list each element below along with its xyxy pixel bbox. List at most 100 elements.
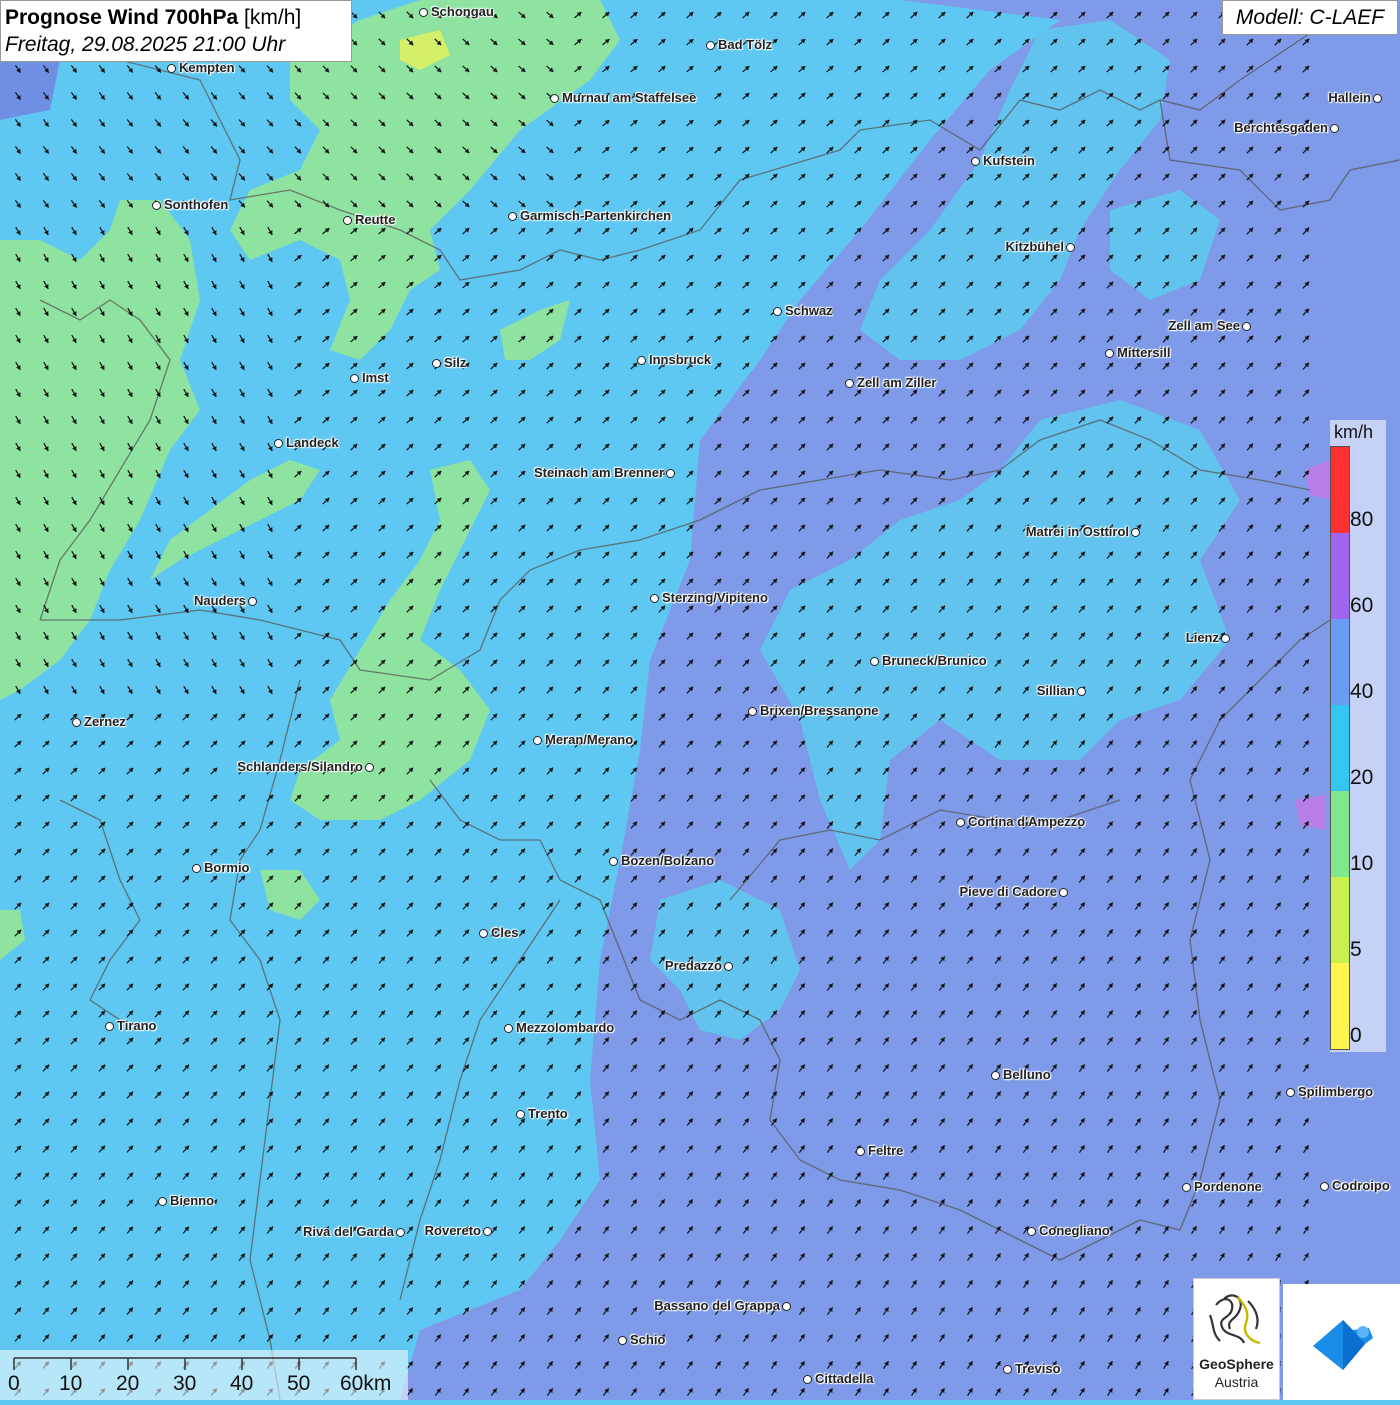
- map-title-main: Prognose Wind 700hPa: [5, 6, 238, 29]
- city-label: Innsbruck: [649, 352, 711, 367]
- scale-label: 0: [8, 1372, 20, 1396]
- city-marker: [637, 356, 646, 365]
- scale-label: 60km: [340, 1372, 391, 1396]
- city-marker: [504, 1024, 513, 1033]
- city-marker: [748, 707, 757, 716]
- legend-swatch-20: [1331, 705, 1349, 791]
- city-marker: [192, 864, 201, 873]
- city-label: Treviso: [1015, 1361, 1061, 1376]
- city-label: Landeck: [286, 435, 339, 450]
- scale-label: 20: [116, 1372, 139, 1396]
- city-label: Lienz: [1186, 630, 1219, 645]
- city-marker: [432, 359, 441, 368]
- city-marker: [845, 379, 854, 388]
- legend-label: 0: [1350, 1024, 1362, 1048]
- city-label: Zell am Ziller: [857, 375, 936, 390]
- city-marker: [618, 1336, 627, 1345]
- legend-label: 40: [1350, 680, 1373, 704]
- city-marker: [365, 763, 374, 772]
- scale-label: 30: [173, 1372, 196, 1396]
- city-label: Mezzolombardo: [516, 1020, 614, 1035]
- city-label: Schwaz: [785, 303, 833, 318]
- city-label: Steinach am Brenner: [534, 465, 664, 480]
- city-label: Sonthofen: [164, 197, 228, 212]
- legend-label: 20: [1350, 766, 1373, 790]
- city-label: Imst: [362, 370, 389, 385]
- app-logo-icon[interactable]: [1283, 1284, 1400, 1400]
- city-label: Garmisch-Partenkirchen: [520, 208, 671, 223]
- city-marker: [1286, 1088, 1295, 1097]
- legend-color-bar: [1330, 446, 1350, 1050]
- city-label: Meran/Merano: [545, 732, 633, 747]
- city-label: Sillian: [1037, 683, 1075, 698]
- city-marker: [870, 657, 879, 666]
- legend-swatch-60: [1331, 533, 1349, 619]
- city-marker: [396, 1228, 405, 1237]
- city-marker: [1105, 349, 1114, 358]
- legend: km/h 80 60 40 20 10 5 0: [1330, 420, 1386, 1052]
- city-marker: [158, 1197, 167, 1206]
- city-marker: [1066, 243, 1075, 252]
- city-label: Zernez: [84, 714, 126, 729]
- city-marker: [274, 439, 283, 448]
- city-label: Bruneck/Brunico: [882, 653, 987, 668]
- city-label: Feltre: [868, 1143, 903, 1158]
- city-marker: [666, 469, 675, 478]
- city-label: Matrei in Osttirol: [1026, 524, 1129, 539]
- city-label: Nauders: [194, 593, 246, 608]
- city-label: Schlanders/Silandro: [237, 759, 363, 774]
- city-marker: [550, 94, 559, 103]
- legend-label: 60: [1350, 594, 1373, 618]
- map-title: Prognose Wind 700hPa [km/h]: [5, 4, 347, 32]
- city-label: Mittersill: [1117, 345, 1170, 360]
- legend-label: 10: [1350, 852, 1373, 876]
- city-marker: [152, 201, 161, 210]
- scale-label: 40: [230, 1372, 253, 1396]
- city-label: Silz: [444, 355, 466, 370]
- city-marker: [1330, 124, 1339, 133]
- city-marker: [1373, 94, 1382, 103]
- city-label: Bormio: [204, 860, 250, 875]
- city-label: Tirano: [117, 1018, 157, 1033]
- legend-swatch-0: [1331, 963, 1349, 1049]
- city-marker: [105, 1022, 114, 1031]
- city-label: Predazzo: [665, 958, 722, 973]
- legend-swatch-5: [1331, 877, 1349, 963]
- city-label: Reutte: [355, 212, 395, 227]
- city-label: Murnau am Staffelsee: [562, 90, 696, 105]
- geosphere-logo-icon: [1194, 1285, 1279, 1355]
- legend-swatch-10: [1331, 791, 1349, 877]
- legend-unit: km/h: [1334, 422, 1373, 443]
- scale-label: 10: [59, 1372, 82, 1396]
- app-logo-shape: [1283, 1284, 1400, 1400]
- city-label: Bassano del Grappa: [654, 1298, 780, 1313]
- city-marker: [1059, 888, 1068, 897]
- city-marker: [167, 64, 176, 73]
- city-label: Bad Tölz: [718, 37, 772, 52]
- legend-swatch-40: [1331, 619, 1349, 705]
- city-marker: [483, 1227, 492, 1236]
- city-marker: [1182, 1183, 1191, 1192]
- map-title-box: Prognose Wind 700hPa [km/h] Freitag, 29.…: [0, 0, 352, 62]
- city-label: Kitzbühel: [1006, 239, 1065, 254]
- city-marker: [706, 41, 715, 50]
- forecast-date: Freitag, 29.08.2025 21:00 Uhr: [5, 32, 347, 58]
- city-label: Bienno: [170, 1193, 214, 1208]
- city-label: Kempten: [179, 60, 235, 75]
- city-label: Cortina d'Ampezzo: [968, 814, 1085, 829]
- city-label: Schongau: [431, 4, 494, 19]
- city-marker: [971, 157, 980, 166]
- city-marker: [1131, 528, 1140, 537]
- city-label: Berchtesgaden: [1234, 120, 1328, 135]
- city-marker: [350, 374, 359, 383]
- city-marker: [782, 1302, 791, 1311]
- city-marker: [1320, 1182, 1329, 1191]
- city-marker: [1242, 322, 1251, 331]
- city-marker: [343, 216, 352, 225]
- map-title-unit: [km/h]: [238, 6, 301, 29]
- legend-label: 80: [1350, 508, 1373, 532]
- city-marker: [1027, 1227, 1036, 1236]
- geosphere-logo[interactable]: GeoSphere Austria: [1193, 1278, 1280, 1400]
- city-label: Brixen/Bressanone: [760, 703, 879, 718]
- city-marker: [508, 212, 517, 221]
